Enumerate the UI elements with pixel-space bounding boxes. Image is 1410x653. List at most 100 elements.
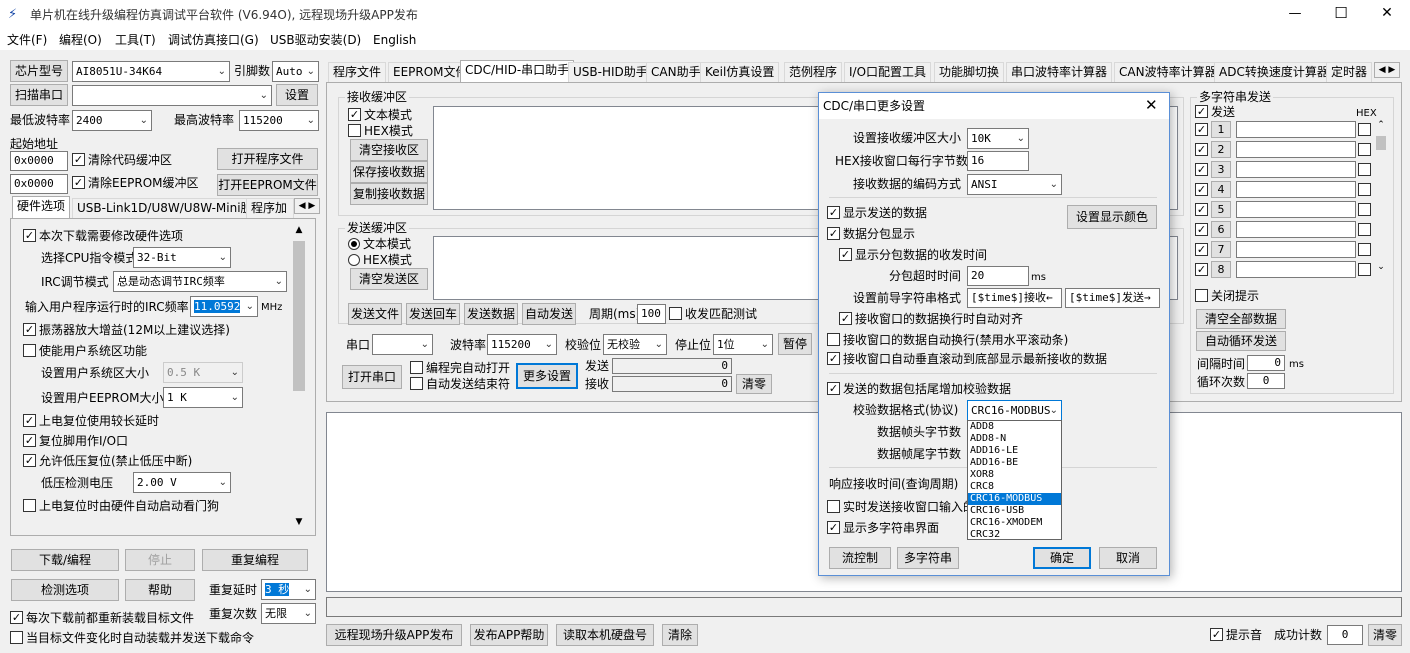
save-rx-button[interactable]: 保存接收数据 xyxy=(350,161,428,183)
tab-keil[interactable]: Keil仿真设置 xyxy=(700,62,780,82)
multi-row-send-button[interactable]: 7 xyxy=(1211,241,1231,258)
menu-tools[interactable]: 工具(T) xyxy=(115,32,156,48)
auto-wrap-checkbox[interactable]: 接收窗口的数据自动换行(禁用水平滚动条) xyxy=(827,332,1068,348)
multi-row-send-button[interactable]: 5 xyxy=(1211,201,1231,218)
tab-can[interactable]: CAN助手 xyxy=(646,62,706,82)
multi-row-send-button[interactable]: 4 xyxy=(1211,181,1231,198)
tx-hex-radio[interactable]: HEX模式 xyxy=(348,252,412,268)
auto-close-checkbox[interactable]: 自动发送结束符 xyxy=(410,376,510,392)
menu-english[interactable]: English xyxy=(373,32,416,48)
settings-button[interactable]: 设置 xyxy=(276,84,318,106)
tab-adc-speed[interactable]: ADC转换速度计算器 xyxy=(1214,62,1334,82)
max-baud-select[interactable]: 115200 ⌄ xyxy=(239,110,319,131)
close-icon[interactable]: ✕ xyxy=(1372,5,1402,21)
modify-hw-checkbox[interactable]: ✓ 本次下载需要修改硬件选项 xyxy=(23,228,183,244)
auto-open-checkbox[interactable]: 编程完自动打开 xyxy=(410,360,510,376)
stop-bits-select[interactable]: 1位 ⌄ xyxy=(713,334,773,355)
pause-button[interactable]: 暂停 xyxy=(778,333,812,355)
close-tip-checkbox[interactable]: 关闭提示 xyxy=(1195,288,1259,304)
help-button[interactable]: 帮助 xyxy=(125,579,195,601)
multi-row-input[interactable] xyxy=(1236,221,1356,238)
maximize-icon[interactable]: ☐ xyxy=(1326,4,1356,22)
tab-program-add[interactable]: 程序加 xyxy=(246,198,294,218)
auto-loop-button[interactable]: 自动循环发送 xyxy=(1196,331,1286,351)
chip-type-button[interactable]: 芯片型号 xyxy=(10,60,68,82)
send-cr-button[interactable]: 发送回车 xyxy=(406,303,460,325)
long-delay-checkbox[interactable]: ✓ 上电复位使用较长延时 xyxy=(23,413,159,429)
clear-code-checkbox[interactable]: ✓ 清除代码缓冲区 xyxy=(72,152,172,168)
clear-tx-button[interactable]: 清空发送区 xyxy=(350,268,428,290)
eeprom-size-select[interactable]: 1 K ⌄ xyxy=(163,387,243,408)
user-sys-checkbox[interactable]: 使能用户系统区功能 xyxy=(23,343,147,359)
tab-usblink[interactable]: USB-Link1D/U8W/U8W-Mini脱机 xyxy=(72,198,270,218)
minimize-icon[interactable]: — xyxy=(1280,6,1310,21)
left-scrollbar[interactable]: ▲ ▼ xyxy=(291,225,307,531)
read-disk-button[interactable]: 读取本机硬盘号 xyxy=(556,624,654,646)
open-program-button[interactable]: 打开程序文件 xyxy=(217,148,318,170)
irc-mode-select[interactable]: 总是动态调节IRC频率 ⌄ xyxy=(113,271,287,292)
tab-uart-baud[interactable]: 串口波特率计算器 xyxy=(1006,62,1113,82)
scroll-thumb[interactable] xyxy=(293,241,305,391)
menu-file[interactable]: 文件(F) xyxy=(7,32,47,48)
tab-cdc-hid[interactable]: CDC/HID-串口助手 xyxy=(460,60,575,82)
tab-examples[interactable]: 范例程序 xyxy=(784,62,843,82)
multi-row-send-button[interactable]: 1 xyxy=(1211,121,1231,138)
tab-program-file[interactable]: 程序文件 xyxy=(328,62,387,82)
detect-options-button[interactable]: 检测选项 xyxy=(11,579,119,601)
multi-row-send-button[interactable]: 3 xyxy=(1211,161,1231,178)
dialog-close-icon[interactable]: ✕ xyxy=(1145,96,1158,114)
dropdown-option[interactable]: ADD16-LE xyxy=(968,445,1061,457)
download-button[interactable]: 下载/编程 xyxy=(11,549,119,571)
scroll-up-icon[interactable]: ▲ xyxy=(291,225,307,239)
show-sent-checkbox[interactable]: ✓ 显示发送的数据 xyxy=(827,205,927,221)
dropdown-option[interactable]: ADD8-N xyxy=(968,433,1061,445)
more-settings-button[interactable]: 更多设置 xyxy=(516,363,578,389)
checksum-checkbox[interactable]: ✓ 发送的数据包括尾增加校验数据 xyxy=(827,381,1011,397)
scan-port-button[interactable]: 扫描串口 xyxy=(10,84,68,106)
multi-send-header-checkbox[interactable]: ✓ 发送 xyxy=(1195,104,1235,120)
menu-program[interactable]: 编程(O) xyxy=(59,32,102,48)
tab-usb-hid[interactable]: USB-HID助手 xyxy=(568,62,653,82)
left-tab-scroll[interactable]: ◀ ▶ xyxy=(294,198,320,214)
multi-scrollbar[interactable]: ⌃ ⌄ xyxy=(1374,120,1388,278)
newline-align-checkbox[interactable]: ✓ 接收窗口的数据换行时自动对齐 xyxy=(839,311,1023,327)
cpu-mode-select[interactable]: 32-Bit ⌄ xyxy=(133,247,231,268)
prefix-rx-input[interactable]: [$time$]接收← xyxy=(967,288,1062,308)
set-color-button[interactable]: 设置显示颜色 xyxy=(1067,205,1157,229)
rx-text-checkbox[interactable]: ✓ 文本模式 xyxy=(348,107,412,123)
baud-select[interactable]: 115200 ⌄ xyxy=(487,334,557,355)
hexbytes-input[interactable]: 16 xyxy=(967,151,1029,171)
scroll-thumb[interactable] xyxy=(1376,136,1386,150)
eeprom-addr-input[interactable]: 0x0000 xyxy=(10,174,68,194)
cancel-button[interactable]: 取消 xyxy=(1099,547,1157,569)
send-file-button[interactable]: 发送文件 xyxy=(348,303,402,325)
prefix-tx-input[interactable]: [$time$]发送→ xyxy=(1065,288,1160,308)
auto-scroll-checkbox[interactable]: ✓ 接收窗口自动垂直滚动到底部显示最新接收的数据 xyxy=(827,351,1107,367)
dropdown-option[interactable]: CRC8 xyxy=(968,481,1061,493)
dropdown-option[interactable]: CRC16-MODBUS xyxy=(968,493,1061,505)
auto-send-button[interactable]: 自动发送 xyxy=(522,303,576,325)
tab-hardware[interactable]: 硬件选项 xyxy=(12,196,71,218)
flow-control-button[interactable]: 流控制 xyxy=(829,547,891,569)
auto-reload-checkbox[interactable]: 当目标文件变化时自动装载并发送下载命令 xyxy=(10,630,254,646)
multi-row-input[interactable] xyxy=(1236,161,1356,178)
low-voltage-checkbox[interactable]: ✓ 允许低压复位(禁止低压中断) xyxy=(23,453,192,469)
repeat-delay-select[interactable]: 3 秒 ⌄ xyxy=(261,579,316,600)
main-tab-scroll[interactable]: ◀ ▶ xyxy=(1374,62,1400,78)
dropdown-option[interactable]: CRC16-XMODEM xyxy=(968,517,1061,529)
sys-size-select[interactable]: 0.5 K ⌄ xyxy=(163,362,243,383)
dropdown-option[interactable]: CRC32 xyxy=(968,529,1061,541)
ok-button[interactable]: 确定 xyxy=(1033,547,1091,569)
reset-count-button[interactable]: 清零 xyxy=(1368,624,1402,646)
wdt-checkbox[interactable]: 上电复位时由硬件自动启动看门狗 xyxy=(23,498,219,514)
realtime-send-checkbox[interactable]: 实时发送接收窗口输入的 xyxy=(827,499,975,515)
packet-checkbox[interactable]: ✓ 数据分包显示 xyxy=(827,226,915,242)
lv-select[interactable]: 2.00 V ⌄ xyxy=(133,472,231,493)
pin-select[interactable]: Auto ⌄ xyxy=(272,61,319,82)
dropdown-option[interactable]: ADD16-BE xyxy=(968,457,1061,469)
open-port-button[interactable]: 打开串口 xyxy=(342,365,402,389)
scroll-up-icon[interactable]: ⌃ xyxy=(1374,120,1388,130)
dropdown-option[interactable]: CRC16-USB xyxy=(968,505,1061,517)
period-input[interactable]: 100 xyxy=(637,304,666,324)
tab-timer[interactable]: 定时器 xyxy=(1326,62,1372,82)
